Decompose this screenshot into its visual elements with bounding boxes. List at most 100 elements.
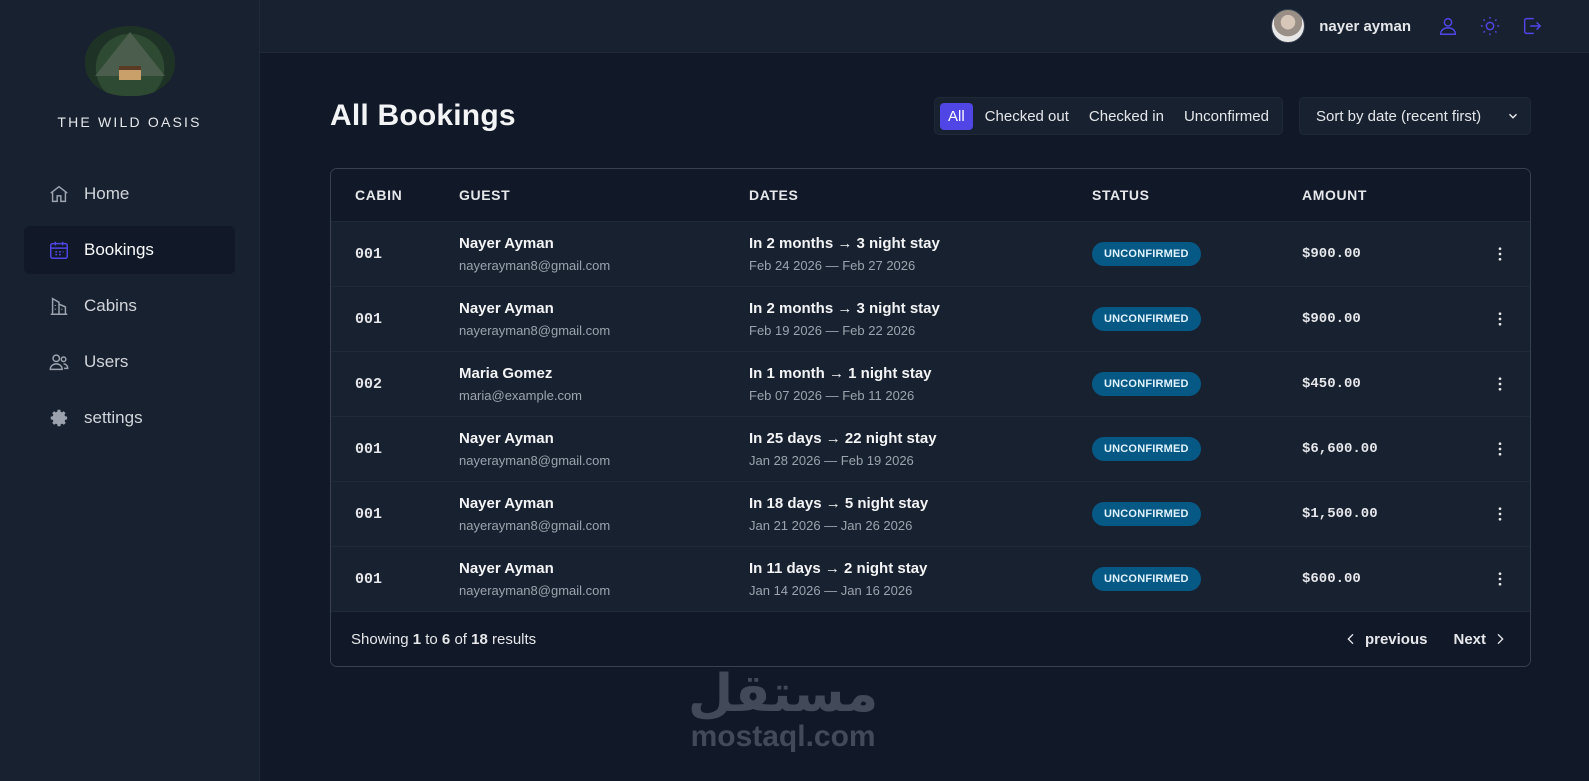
status-badge: UNCONFIRMED <box>1092 307 1201 331</box>
more-vertical-icon <box>1498 377 1502 391</box>
dates-cell: In 2 months → 3 night stay Feb 24 2026 —… <box>749 235 1092 273</box>
dates-cell: In 11 days → 2 night stay Jan 14 2026 — … <box>749 560 1092 598</box>
more-vertical-icon <box>1498 572 1502 586</box>
logo-image <box>84 26 175 96</box>
sidebar-item-bookings[interactable]: Bookings <box>24 226 235 274</box>
users-icon <box>49 354 69 371</box>
stay-summary: In 11 days → 2 night stay <box>749 560 928 577</box>
cabin-number: 002 <box>355 375 383 393</box>
guest-name: Nayer Ayman <box>459 430 554 447</box>
dates-cell: In 2 months → 3 night stay Feb 19 2026 —… <box>749 300 1092 338</box>
stay-summary: In 18 days → 5 night stay <box>749 495 929 512</box>
results-of-word: of <box>454 630 467 648</box>
top-header: nayer ayman <box>260 0 1589 53</box>
sidebar: THE WILD OASIS Home Bookings Cabins User… <box>0 0 260 781</box>
guest-name: Nayer Ayman <box>459 495 554 512</box>
sidebar-item-cabins[interactable]: Cabins <box>24 282 235 330</box>
sun-icon[interactable] <box>1479 15 1501 37</box>
guest-email: maria@example.com <box>459 388 583 403</box>
page-title: All Bookings <box>330 99 516 132</box>
date-range: Jan 21 2026 — Jan 26 2026 <box>749 518 913 533</box>
avatar[interactable] <box>1271 9 1306 43</box>
cabin-number: 001 <box>355 505 383 523</box>
date-range: Jan 14 2026 — Jan 16 2026 <box>749 583 913 598</box>
user-icon[interactable] <box>1437 15 1459 37</box>
watermark-arabic: مستقل <box>688 664 879 724</box>
user-name: nayer ayman <box>1319 17 1411 35</box>
sidebar-item-label: Home <box>84 184 130 203</box>
column-header-dates: DATES <box>749 187 799 203</box>
content: All Bookings All Checked out Checked in … <box>260 53 1589 667</box>
guest-name: Nayer Ayman <box>459 235 554 252</box>
sidebar-item-settings[interactable]: settings <box>24 394 235 442</box>
logout-icon[interactable] <box>1521 15 1543 37</box>
sort-selected-label: Sort by date (recent first) <box>1316 107 1482 125</box>
filter-checked-in-button[interactable]: Checked in <box>1081 103 1172 130</box>
sort-select[interactable]: Sort by date (recent first) <box>1299 97 1531 135</box>
row-menu-button[interactable] <box>1470 440 1530 458</box>
next-page-button[interactable]: Next <box>1453 631 1508 648</box>
guest-email: nayerayman8@gmail.com <box>459 323 611 338</box>
brand-name: THE WILD OASIS <box>57 114 202 130</box>
guest-name: Nayer Ayman <box>459 300 554 317</box>
booking-amount: $900.00 <box>1302 311 1361 327</box>
results-to: 6 <box>441 630 451 648</box>
row-menu-button[interactable] <box>1470 375 1530 393</box>
stay-summary: In 2 months → 3 night stay <box>749 300 940 317</box>
logo: THE WILD OASIS <box>0 26 259 130</box>
building-icon <box>50 297 68 315</box>
previous-page-button[interactable]: previous <box>1343 631 1427 648</box>
gear-icon <box>50 409 68 427</box>
table-row: 001 Nayer Ayman nayerayman8@gmail.com In… <box>331 222 1530 287</box>
date-range: Feb 24 2026 — Feb 27 2026 <box>749 258 916 273</box>
table-row: 002 Maria Gomez maria@example.com In 1 m… <box>331 352 1530 417</box>
table-operations: All Checked out Checked in Unconfirmed S… <box>934 97 1531 135</box>
booking-amount: $900.00 <box>1302 246 1361 262</box>
stay-summary: In 2 months → 3 night stay <box>749 235 940 252</box>
sidebar-item-users[interactable]: Users <box>24 338 235 386</box>
row-menu-button[interactable] <box>1470 505 1530 523</box>
row-menu-button[interactable] <box>1470 570 1530 588</box>
table-row: 001 Nayer Ayman nayerayman8@gmail.com In… <box>331 547 1530 612</box>
status-badge: UNCONFIRMED <box>1092 372 1201 396</box>
stay-summary: In 1 month → 1 night stay <box>749 365 932 382</box>
results-from: 1 <box>412 630 422 648</box>
dates-cell: In 25 days → 22 night stay Jan 28 2026 —… <box>749 430 1092 468</box>
more-vertical-icon <box>1498 442 1502 456</box>
status-badge: UNCONFIRMED <box>1092 502 1201 526</box>
status-badge: UNCONFIRMED <box>1092 567 1201 591</box>
guest-email: nayerayman8@gmail.com <box>459 453 611 468</box>
guest-cell: Nayer Ayman nayerayman8@gmail.com <box>459 235 749 273</box>
column-header-guest: GUEST <box>459 187 511 203</box>
guest-cell: Nayer Ayman nayerayman8@gmail.com <box>459 300 749 338</box>
booking-amount: $6,600.00 <box>1302 441 1378 457</box>
status-filter: All Checked out Checked in Unconfirmed <box>934 97 1283 135</box>
sidebar-item-label: settings <box>84 408 143 427</box>
column-header-status: STATUS <box>1092 187 1150 203</box>
booking-amount: $600.00 <box>1302 571 1361 587</box>
table-header: CABIN GUEST DATES STATUS AMOUNT <box>331 169 1530 222</box>
results-suffix: results <box>491 630 537 648</box>
main-area: nayer ayman All Bookings All Checked out… <box>260 0 1589 781</box>
pagination: previous Next <box>1343 631 1508 648</box>
table-row: 001 Nayer Ayman nayerayman8@gmail.com In… <box>331 417 1530 482</box>
filter-unconfirmed-button[interactable]: Unconfirmed <box>1176 103 1277 130</box>
filter-all-button[interactable]: All <box>940 102 973 130</box>
sidebar-item-home[interactable]: Home <box>24 170 235 218</box>
stay-summary: In 25 days → 22 night stay <box>749 430 937 447</box>
watermark: مستقل mostaql.com <box>688 668 878 754</box>
booking-amount: $1,500.00 <box>1302 506 1378 522</box>
guest-email: nayerayman8@gmail.com <box>459 518 611 533</box>
filter-checked-out-button[interactable]: Checked out <box>977 103 1077 130</box>
row-menu-button[interactable] <box>1470 245 1530 263</box>
chevron-down-icon <box>1508 113 1518 119</box>
guest-name: Nayer Ayman <box>459 560 554 577</box>
more-vertical-icon <box>1498 507 1502 521</box>
row-menu-button[interactable] <box>1470 310 1530 328</box>
guest-cell: Nayer Ayman nayerayman8@gmail.com <box>459 430 749 468</box>
guest-email: nayerayman8@gmail.com <box>459 258 611 273</box>
bookings-table: CABIN GUEST DATES STATUS AMOUNT 001 Naye… <box>330 168 1531 667</box>
sidebar-item-label: Bookings <box>84 240 154 259</box>
more-vertical-icon <box>1498 247 1502 261</box>
cabin-number: 001 <box>355 440 383 458</box>
